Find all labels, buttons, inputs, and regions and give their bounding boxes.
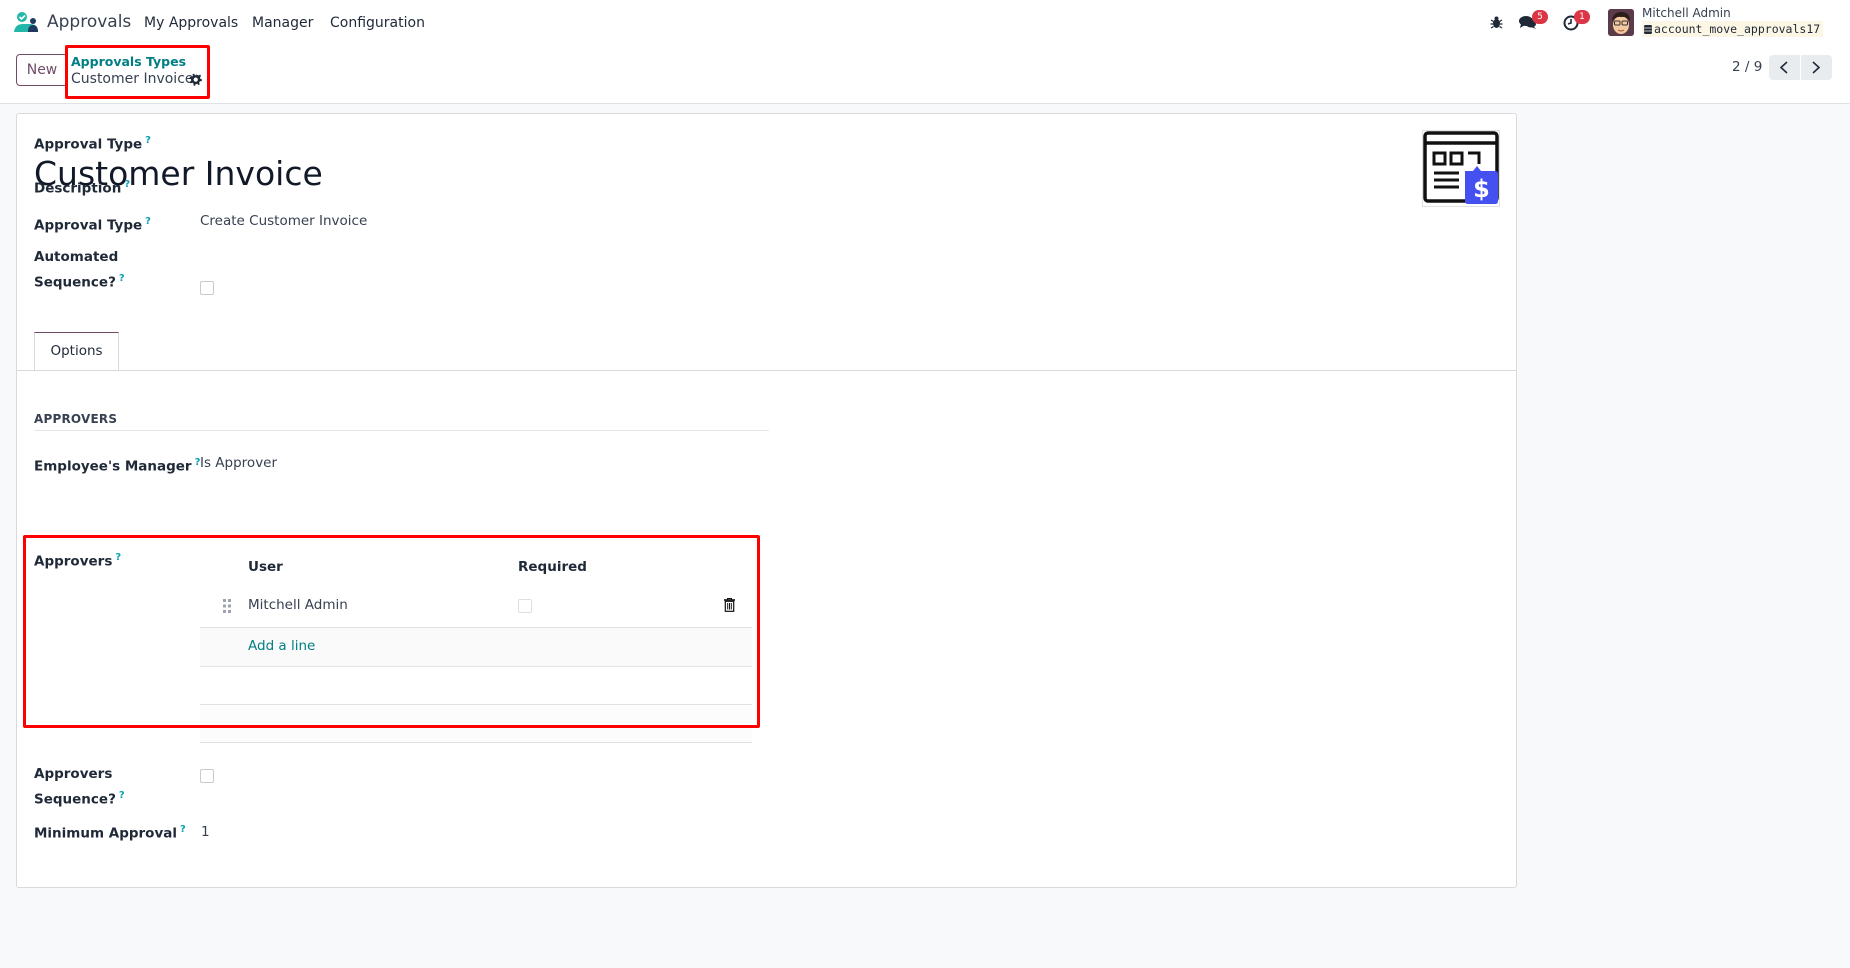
table-bottom-divider [200,742,752,743]
invoice-image-icon: $ [1423,131,1499,204]
new-button[interactable]: New [16,54,68,86]
row-divider [200,666,752,667]
tab-options[interactable]: Options [34,332,119,371]
bug-icon[interactable] [1490,15,1503,29]
approval-type-value[interactable]: Create Customer Invoice [200,213,367,229]
required-checkbox[interactable] [518,599,532,613]
help-tooltip-icon[interactable]: ? [119,273,125,284]
database-icon [1644,25,1652,34]
pager-next-button[interactable] [1801,55,1832,80]
menu-configuration[interactable]: Configuration [330,15,425,31]
help-tooltip-icon[interactable]: ? [145,216,151,227]
menu-manager[interactable]: Manager [252,15,313,31]
help-tooltip-icon[interactable]: ? [124,179,130,190]
minimum-approval-value[interactable]: 1 [201,824,210,840]
menu-my-approvals[interactable]: My Approvals [144,15,238,31]
column-header-required[interactable]: Required [518,559,587,575]
add-a-line-link[interactable]: Add a line [248,638,315,654]
section-divider [34,430,769,431]
automated-sequence-label: Automated Sequence?? [34,249,125,291]
help-tooltip-icon[interactable]: ? [145,135,151,146]
form-sheet: Approval Type? Customer Invoice $ Descri… [16,113,1517,888]
control-panel: New Approvals Types Customer Invoice 2 /… [0,45,1850,104]
tab-divider [17,370,1516,371]
messages-badge: 5 [1532,10,1548,24]
gear-icon[interactable] [189,73,202,86]
employees-manager-label: Employee's Manager? [34,457,201,475]
trash-icon[interactable] [724,598,735,612]
help-tooltip-icon[interactable]: ? [180,824,186,835]
approvers-sequence-label: Approvers Sequence?? [34,766,125,808]
pager-previous-button[interactable] [1769,55,1800,80]
approvers-sequence-checkbox[interactable] [200,769,214,783]
record-image[interactable]: $ [1422,130,1500,207]
approvers-section-title: APPROVERS [34,412,118,426]
approvals-app-icon[interactable] [14,12,38,32]
approvers-label: Approvers? [34,552,122,570]
top-navbar: Approvals My Approvals Manager Configura… [0,0,1850,46]
chevron-right-icon [1812,61,1821,74]
activities-badge: 1 [1574,10,1590,24]
chevron-left-icon [1779,61,1788,74]
help-tooltip-icon[interactable]: ? [115,552,121,563]
help-tooltip-icon[interactable]: ? [119,790,125,801]
database-name: account_move_approvals17 [1642,21,1824,37]
svg-text:$: $ [1473,175,1490,203]
approval-type-label: Approval Type? [34,216,151,234]
drag-handle-icon[interactable] [223,599,231,613]
automated-sequence-checkbox[interactable] [200,281,214,295]
minimum-approval-label: Minimum Approval? [34,824,186,842]
description-label: Description? [34,179,131,197]
breadcrumb-approvals-types[interactable]: Approvals Types [71,54,186,69]
user-avatar[interactable] [1608,9,1634,36]
column-header-user[interactable]: User [248,559,283,575]
user-name[interactable]: Mitchell Admin [1642,6,1731,20]
breadcrumb-current-record: Customer Invoice [71,71,194,87]
pager-value[interactable]: 2 / 9 [1732,59,1762,75]
name-field-label: Approval Type? [34,135,151,153]
table-footer [200,705,752,743]
app-name[interactable]: Approvals [47,12,131,32]
approver-user-cell[interactable]: Mitchell Admin [248,597,348,613]
employees-manager-value[interactable]: Is Approver [200,455,277,471]
